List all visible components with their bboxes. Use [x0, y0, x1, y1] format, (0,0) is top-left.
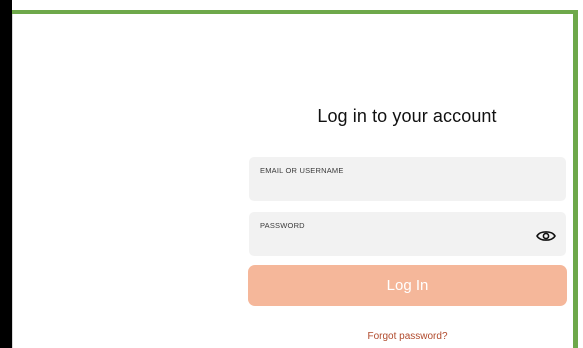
- login-screen: Log in to your account EMAIL OR USERNAME…: [0, 0, 583, 348]
- email-field-label: EMAIL OR USERNAME: [260, 166, 344, 175]
- frame-right-margin: [578, 0, 583, 348]
- frame-top-border: [12, 10, 580, 14]
- left-black-bar: [0, 0, 12, 348]
- eye-icon[interactable]: [536, 229, 556, 243]
- email-field[interactable]: EMAIL OR USERNAME: [249, 157, 566, 201]
- frame-left-divider: [12, 14, 13, 348]
- password-field[interactable]: PASSWORD: [249, 212, 566, 256]
- page-title: Log in to your account: [317, 106, 497, 126]
- forgot-password-link[interactable]: Forgot password?: [248, 331, 567, 342]
- email-input[interactable]: [259, 178, 529, 196]
- login-button[interactable]: Log In: [248, 265, 567, 306]
- password-field-label: PASSWORD: [260, 221, 305, 230]
- password-input[interactable]: [259, 233, 529, 251]
